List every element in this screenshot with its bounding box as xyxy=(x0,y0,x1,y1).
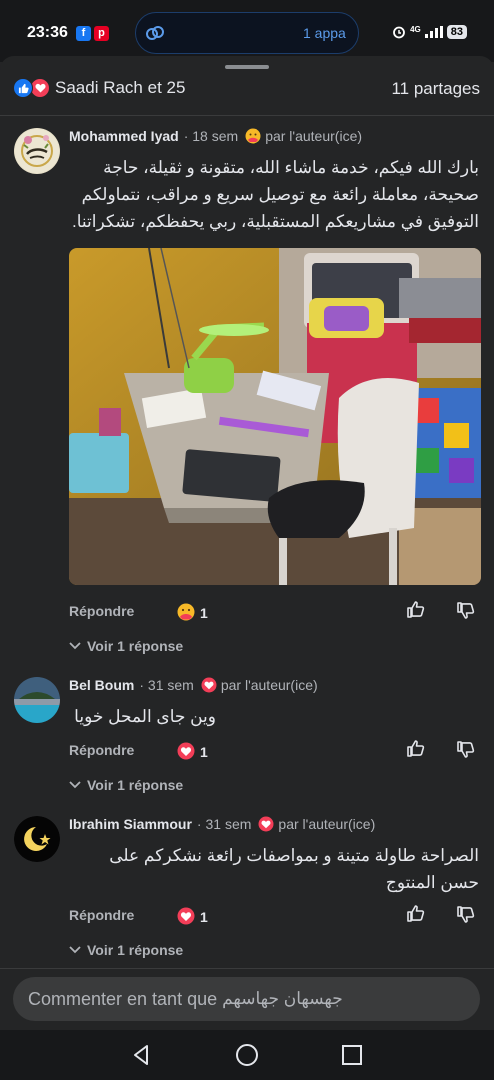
chevron-down-icon xyxy=(69,781,81,789)
chevron-down-icon xyxy=(69,642,81,650)
view-replies-link[interactable]: Voir 1 réponse xyxy=(69,942,183,958)
avatar[interactable] xyxy=(14,816,60,862)
status-indicators: 4G 83 xyxy=(392,25,467,39)
commenter-name: جهسهان جهاسهم xyxy=(222,989,343,1008)
system-nav-bar xyxy=(0,1030,494,1080)
desk-photo-illustration xyxy=(69,248,481,585)
link-icon xyxy=(146,26,164,40)
author-reaction-label: par l'auteur(ice) xyxy=(265,128,363,144)
reply-button[interactable]: Répondre xyxy=(69,742,134,758)
back-icon[interactable] xyxy=(130,1043,154,1067)
author-reaction-label: par l'auteur(ice) xyxy=(220,677,318,693)
recents-icon[interactable] xyxy=(340,1043,364,1067)
thumbs-down-icon[interactable] xyxy=(456,601,476,621)
love-reaction-icon xyxy=(258,816,274,832)
view-replies-link[interactable]: Voir 1 réponse xyxy=(69,777,183,793)
sheet-drag-handle[interactable] xyxy=(225,65,269,69)
avatar[interactable] xyxy=(14,128,60,174)
thumbs-up-icon[interactable] xyxy=(406,738,426,758)
love-reaction-icon xyxy=(201,677,217,693)
reaction-count[interactable]: 1 xyxy=(200,909,208,925)
comment-author[interactable]: Bel Boum xyxy=(69,677,134,693)
status-clock: 23:36 xyxy=(27,24,68,41)
reactors-text: Saadi Rach et 25 xyxy=(55,78,186,97)
comment-input[interactable]: Commenter en tant que جهسهان جهاسهم xyxy=(13,977,480,1021)
comment-text: بارك الله فيكم، خدمة ماشاء الله، متقونة … xyxy=(72,158,479,231)
network-type: 4G xyxy=(410,24,421,34)
comment-text: الصراحة طاولة متينة و بمواصفات رائعة نشك… xyxy=(109,846,479,892)
battery-indicator: 83 xyxy=(446,25,467,39)
view-replies-link[interactable]: Voir 1 réponse xyxy=(69,638,183,654)
thumbs-down-icon[interactable] xyxy=(456,740,476,760)
home-icon[interactable] xyxy=(235,1043,259,1067)
separator-dot: · xyxy=(139,677,148,693)
like-reaction-icon xyxy=(13,78,33,98)
comment-placeholder: Commenter en tant que xyxy=(28,988,218,1009)
post-reactions-summary[interactable]: Saadi Rach et 25 xyxy=(13,78,185,98)
comment-text: وين جاى المحل خويا xyxy=(74,707,216,726)
thumbs-down-icon[interactable] xyxy=(456,905,476,925)
thumbs-up-icon[interactable] xyxy=(406,903,426,923)
alarm-icon xyxy=(393,26,405,39)
view-replies-label: Voir 1 réponse xyxy=(87,942,184,958)
reply-button[interactable]: Répondre xyxy=(69,907,134,923)
author-reaction-label: par l'auteur(ice) xyxy=(278,816,376,832)
love-reaction-icon xyxy=(177,742,195,760)
dynamic-island[interactable]: 1 appa xyxy=(135,12,359,54)
reaction-count[interactable]: 1 xyxy=(200,605,208,621)
care-reaction-icon xyxy=(245,128,261,144)
separator-dot: · xyxy=(196,816,206,832)
comment-age: 31 sem xyxy=(205,816,252,832)
signal-icon xyxy=(424,26,443,38)
comment-header: Mohammed Iyad · 18 sem par l'auteur(ice) xyxy=(69,128,362,144)
comment-author[interactable]: Ibrahim Siammour xyxy=(69,816,192,832)
comment-age: 31 sem xyxy=(147,677,194,693)
comment-photo[interactable] xyxy=(69,248,481,585)
comment-author[interactable]: Mohammed Iyad xyxy=(69,128,179,144)
avatar[interactable] xyxy=(14,677,60,723)
love-reaction-icon xyxy=(30,78,50,98)
view-replies-label: Voir 1 réponse xyxy=(87,777,184,793)
pinterest-notification-icon: p xyxy=(94,26,109,41)
care-reaction-icon xyxy=(177,603,195,621)
reaction-count[interactable]: 1 xyxy=(200,744,208,760)
shares-count[interactable]: 11 partages xyxy=(391,79,480,99)
header-divider xyxy=(0,115,494,116)
comment-age: 18 sem xyxy=(192,128,239,144)
view-replies-label: Voir 1 réponse xyxy=(87,638,184,654)
comment-header: Bel Boum · 31 sem par l'auteur(ice) xyxy=(69,677,318,693)
reply-button[interactable]: Répondre xyxy=(69,603,134,619)
thumbs-up-icon[interactable] xyxy=(406,599,426,619)
status-bar: 23:36 f p 1 appa 4G 83 xyxy=(0,0,494,62)
island-text: 1 appa xyxy=(303,25,346,41)
love-reaction-icon xyxy=(177,907,195,925)
separator-dot: · xyxy=(183,128,193,144)
comment-header: Ibrahim Siammour · 31 sem par l'auteur(i… xyxy=(69,816,375,832)
facebook-notification-icon: f xyxy=(76,26,91,41)
chevron-down-icon xyxy=(69,946,81,954)
